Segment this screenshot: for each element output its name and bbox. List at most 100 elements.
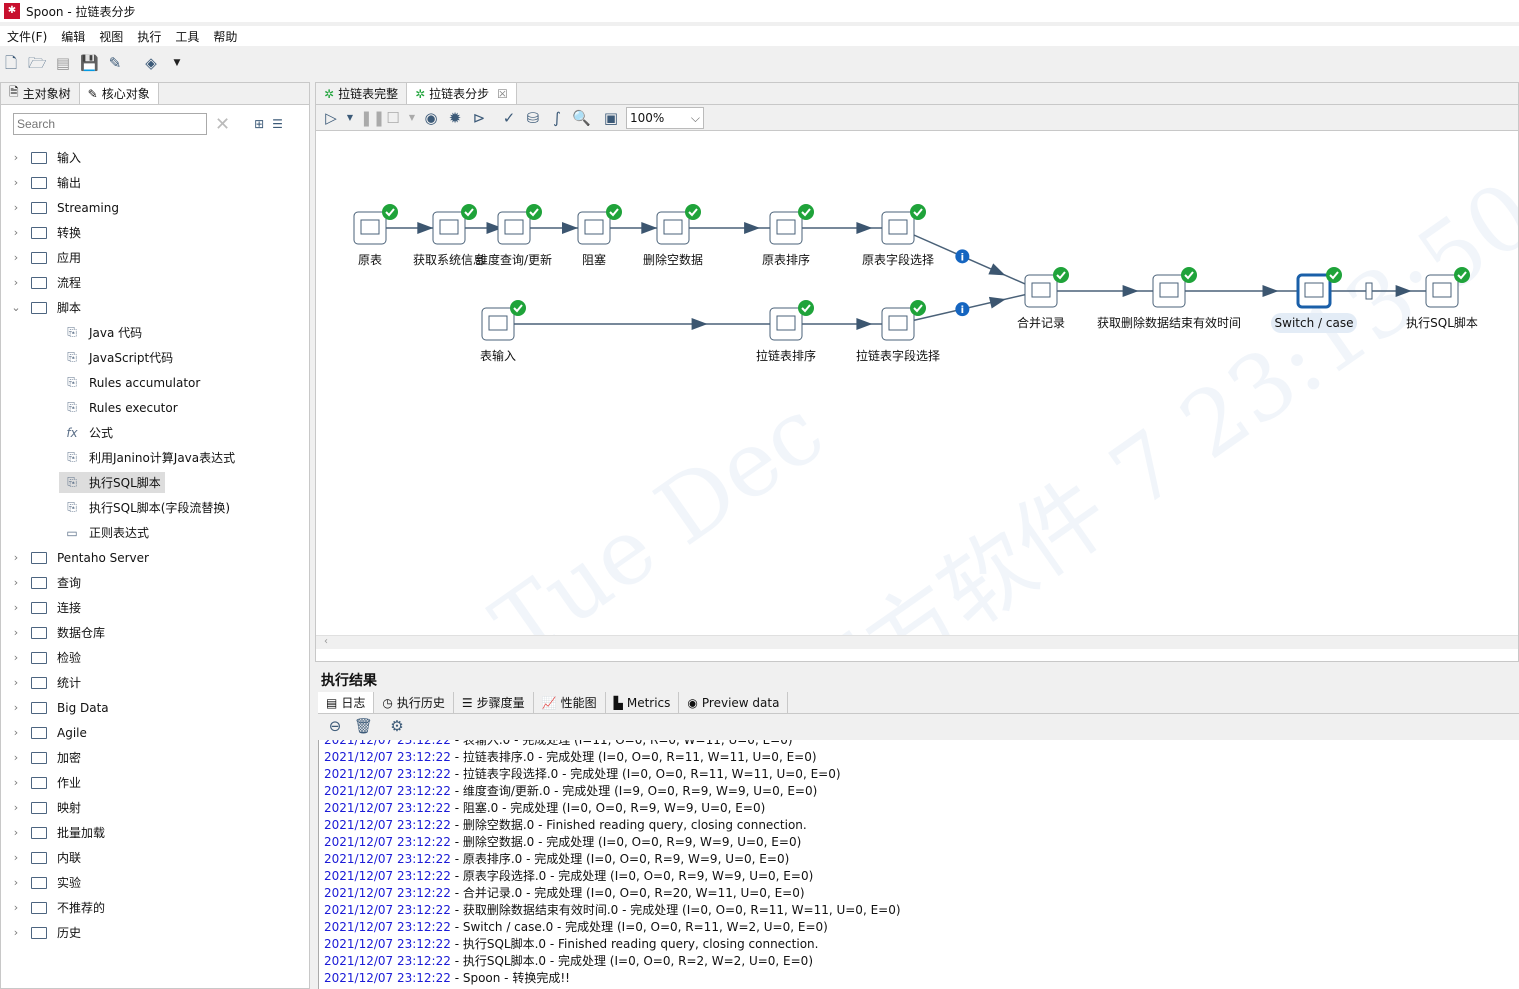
tree-folder[interactable]: ⌄ 脚本: [1, 295, 309, 320]
replay-icon[interactable]: ⊳: [470, 109, 488, 127]
tree-folder[interactable]: › 转换: [1, 220, 309, 245]
zoom-select[interactable]: 100% ⌵: [626, 106, 704, 129]
chevron-right-icon[interactable]: ›: [1, 701, 31, 714]
tree-step-item[interactable]: ⎘ Rules executor: [1, 395, 309, 420]
hop-arrow[interactable]: [1314, 285, 1442, 297]
dropdown-arrow-icon[interactable]: ▼: [168, 54, 186, 72]
chevron-right-icon[interactable]: ›: [1, 226, 31, 239]
chevron-right-icon[interactable]: ›: [1, 826, 31, 839]
tree-step-item[interactable]: ▭ 正则表达式: [1, 520, 309, 545]
preview-icon[interactable]: ◉: [422, 109, 440, 127]
step-sort[interactable]: 原表排序: [762, 204, 814, 267]
stop-icon[interactable]: ☐: [384, 109, 402, 127]
menu-run[interactable]: 执行: [130, 26, 168, 46]
tree-folder[interactable]: › Streaming: [1, 195, 309, 220]
tree-step-item[interactable]: ⎘ JavaScript代码: [1, 345, 309, 370]
tree-step-item[interactable]: ⎘ 执行SQL脚本(字段流替换): [1, 495, 309, 520]
step-merge-rows[interactable]: 合并记录: [1017, 267, 1069, 330]
tree-folder[interactable]: › Pentaho Server: [1, 545, 309, 570]
tree-folder[interactable]: › 输出: [1, 170, 309, 195]
tab-core-objects[interactable]: ✎ 核心对象: [79, 83, 159, 104]
collapse-tree-icon[interactable]: ⊞: [254, 117, 264, 131]
step-sort[interactable]: 拉链表排序: [756, 300, 816, 363]
step-switch-case[interactable]: Switch / case: [1271, 267, 1357, 333]
hop-arrow[interactable]: [1041, 285, 1169, 297]
impact-analysis-icon[interactable]: ⛁: [524, 109, 542, 127]
clear-log-icon[interactable]: ⊖: [326, 717, 344, 735]
trash-icon[interactable]: 🗑: [354, 717, 373, 735]
chevron-right-icon[interactable]: ›: [1, 926, 31, 939]
tree-folder[interactable]: › 历史: [1, 920, 309, 945]
tree-folder[interactable]: › 不推荐的: [1, 895, 309, 920]
chevron-right-icon[interactable]: ›: [1, 626, 31, 639]
tab-transformation-steps[interactable]: ✲ 拉链表分步 ☒: [407, 83, 517, 104]
tree-folder[interactable]: › Big Data: [1, 695, 309, 720]
chevron-right-icon[interactable]: ›: [1, 651, 31, 664]
chevron-right-icon[interactable]: ›: [1, 776, 31, 789]
open-folder-icon[interactable]: 🗁: [28, 54, 47, 72]
chevron-right-icon[interactable]: ›: [1, 251, 31, 264]
step-table-input[interactable]: 原表: [353, 204, 398, 267]
debug-icon[interactable]: ✹: [446, 109, 464, 127]
chevron-right-icon[interactable]: ›: [1, 601, 31, 614]
step-system-info[interactable]: 获取删除数据结束有效时间: [1097, 267, 1241, 330]
save-as-icon[interactable]: ✎: [106, 54, 124, 72]
new-file-icon[interactable]: 🗋: [2, 54, 20, 72]
tree-folder[interactable]: › 流程: [1, 270, 309, 295]
tree-folder[interactable]: › 连接: [1, 595, 309, 620]
log-output[interactable]: 2021/12/07 23:12:22 - 表输入.0 - 完成处理 (I=11…: [318, 740, 1519, 989]
hop-arrow[interactable]: [673, 222, 786, 234]
chevron-right-icon[interactable]: ›: [1, 176, 31, 189]
tree-folder[interactable]: › 检验: [1, 645, 309, 670]
tree-folder[interactable]: › 应用: [1, 245, 309, 270]
tree-folder[interactable]: › 映射: [1, 795, 309, 820]
tree-step-item[interactable]: fx 公式: [1, 420, 309, 445]
step-system-info[interactable]: 获取系统信息: [413, 204, 485, 267]
verify-icon[interactable]: ✓: [500, 109, 518, 127]
run-icon[interactable]: ▷: [322, 109, 340, 127]
chevron-right-icon[interactable]: ›: [1, 151, 31, 164]
chevron-right-icon[interactable]: ›: [1, 276, 31, 289]
chevron-right-icon[interactable]: ›: [1, 676, 31, 689]
step-select-values[interactable]: 拉链表字段选择: [856, 300, 940, 363]
chevron-right-icon[interactable]: ›: [1, 201, 31, 214]
menu-tools[interactable]: 工具: [168, 26, 206, 46]
tree-step-item[interactable]: ⎘ 利用Janino计算Java表达式: [1, 445, 309, 470]
explore-repository-icon[interactable]: ▤: [54, 54, 72, 72]
tree-folder[interactable]: › 作业: [1, 770, 309, 795]
tab-main-object-tree[interactable]: 🗎 主对象树: [1, 83, 80, 104]
tree-folder[interactable]: › Agile: [1, 720, 309, 745]
step-block[interactable]: 阻塞: [577, 204, 622, 267]
tree-folder[interactable]: › 输入: [1, 145, 309, 170]
chevron-right-icon[interactable]: ›: [1, 876, 31, 889]
chevron-right-icon[interactable]: ›: [1, 551, 31, 564]
explore-db-icon[interactable]: 🔍: [572, 109, 591, 127]
layers-icon[interactable]: ◈: [142, 54, 160, 72]
tree-folder[interactable]: › 加密: [1, 745, 309, 770]
hop-arrow[interactable]: [1169, 285, 1314, 297]
close-tab-icon[interactable]: ☒: [497, 87, 508, 101]
tab-performance[interactable]: 📈 性能图: [533, 692, 606, 713]
tab-metrics[interactable]: ▙ Metrics: [605, 692, 680, 713]
tab-step-metrics[interactable]: ☰ 步骤度量: [453, 692, 534, 713]
hop-arrow[interactable]: [786, 222, 898, 234]
tab-history[interactable]: ◷ 执行历史: [374, 692, 454, 713]
chevron-right-icon[interactable]: ›: [1, 751, 31, 764]
step-sql-script[interactable]: 删除空数据: [643, 204, 703, 267]
chevron-right-icon[interactable]: ›: [1, 901, 31, 914]
run-options-dropdown-icon[interactable]: ▼: [346, 109, 354, 127]
tree-folder[interactable]: › 批量加载: [1, 820, 309, 845]
hop-arrow[interactable]: [786, 318, 898, 330]
tab-preview-data[interactable]: ◉ Preview data: [679, 692, 789, 713]
sql-icon[interactable]: ∫: [548, 109, 566, 127]
step-sql-script[interactable]: 执行SQL脚本: [1406, 267, 1478, 330]
menu-edit[interactable]: 编辑: [54, 26, 92, 46]
chevron-down-icon[interactable]: ⌄: [1, 301, 31, 314]
chevron-right-icon[interactable]: ›: [1, 726, 31, 739]
search-input[interactable]: [13, 113, 207, 135]
tree-step-item[interactable]: ⎘ Java 代码: [1, 320, 309, 345]
hop-arrow[interactable]: [498, 318, 786, 330]
show-results-icon[interactable]: ▣: [602, 109, 620, 127]
tab-log[interactable]: ▤ 日志: [318, 692, 375, 713]
tree-folder[interactable]: › 统计: [1, 670, 309, 695]
